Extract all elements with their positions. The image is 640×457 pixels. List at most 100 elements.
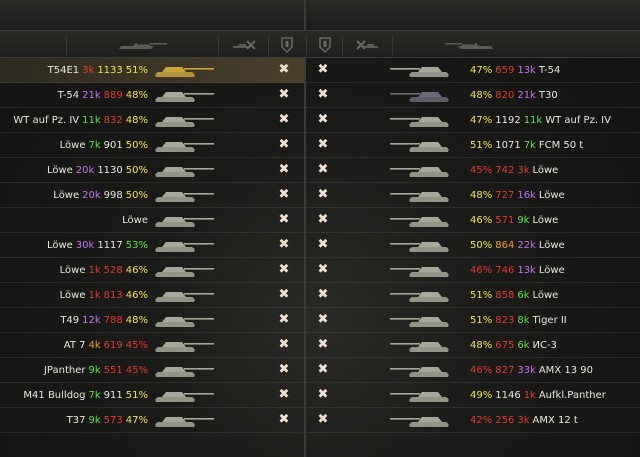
right-team-row[interactable]: 46% 571 9k Löwe ✖	[306, 208, 640, 233]
vehicle-destroyed-icon	[232, 40, 256, 50]
right-team-row[interactable]: 49% 1146 1k Aufkl.Panther ✖	[306, 383, 640, 408]
destroyed-icon: ✖	[317, 62, 329, 77]
battles-count: 6k	[517, 339, 530, 351]
battles-count: 7k	[523, 139, 536, 151]
right-status-column-header[interactable]	[306, 35, 342, 55]
destroyed-icon: ✖	[317, 137, 329, 152]
efficiency-rating: 727	[495, 189, 515, 201]
right-team-row[interactable]: 51% 823 8k Tiger II ✖	[306, 308, 640, 333]
efficiency-rating: 820	[495, 89, 515, 101]
left-team-row[interactable]: Löwe 7k 901 50% ✖	[0, 133, 304, 158]
left-team-row[interactable]: M41 Bulldog 7k 911 51% ✖	[0, 383, 304, 408]
tank-icon	[155, 392, 214, 402]
win-rate: 51%	[125, 64, 148, 76]
left-team-row[interactable]: Löwe 30k 1117 53% ✖	[0, 233, 304, 258]
efficiency-rating: 832	[103, 114, 123, 126]
player-stats: T-54 21k 889 48%	[58, 90, 148, 101]
tank-icon	[390, 67, 449, 77]
right-team-row[interactable]: 48% 675 6k ИС-3 ✖	[306, 333, 640, 358]
tank-icon	[155, 267, 214, 277]
efficiency-rating: 675	[495, 339, 515, 351]
vehicle-name: Löwe	[538, 239, 565, 251]
tank-icon	[155, 167, 214, 177]
right-team-row[interactable]: 45% 742 3k Löwe ✖	[306, 158, 640, 183]
left-frags-column-header[interactable]	[218, 35, 268, 55]
vehicle-name: Löwe	[59, 264, 86, 276]
left-team-row[interactable]: WT auf Pz. IV 11k 832 48% ✖	[0, 108, 304, 133]
right-team-row[interactable]: 48% 727 16k Löwe ✖	[306, 183, 640, 208]
right-team-row[interactable]: 51% 1071 7k FCM 50 t ✖	[306, 133, 640, 158]
left-team-row[interactable]: T49 12k 788 48% ✖	[0, 308, 304, 333]
tank-icon	[155, 317, 214, 327]
battles-count: 20k	[75, 164, 95, 176]
left-team-row[interactable]: JPanther 9k 551 45% ✖	[0, 358, 304, 383]
left-team-row[interactable]: AT 7 4k 619 45% ✖	[0, 333, 304, 358]
right-team-row[interactable]: 48% 820 21k T30 ✖	[306, 83, 640, 108]
left-status-column-header[interactable]	[268, 35, 304, 55]
right-team-row[interactable]: 47% 659 13k T-54 ✖	[306, 58, 640, 83]
battles-count: 1k	[88, 264, 101, 276]
vehicle-name: T37	[66, 414, 86, 426]
left-team-row[interactable]: Löwe ✖	[0, 208, 304, 233]
right-team-row[interactable]: 46% 827 33k AMX 13 90 ✖	[306, 358, 640, 383]
win-rate: 45%	[470, 164, 493, 176]
right-team-row[interactable]: 51% 858 6k Löwe ✖	[306, 283, 640, 308]
destroyed-icon: ✖	[317, 212, 329, 227]
battles-count: 21k	[517, 89, 536, 101]
left-team-row[interactable]: Löwe 1k 528 46% ✖	[0, 258, 304, 283]
destroyed-icon: ✖	[317, 187, 329, 202]
efficiency-rating: 1071	[495, 139, 521, 151]
player-stats: M41 Bulldog 7k 911 51%	[23, 390, 148, 401]
right-vehicle-column-header[interactable]	[392, 35, 544, 55]
right-team-row[interactable]: 42% 256 3k AMX 12 t ✖	[306, 408, 640, 433]
left-team-row[interactable]: T37 9k 573 47% ✖	[0, 408, 304, 433]
left-team-row[interactable]: Löwe 20k 1130 50% ✖	[0, 158, 304, 183]
tank-icon	[390, 217, 449, 227]
battles-count: 9k	[88, 364, 101, 376]
left-team-row[interactable]: Löwe 1k 813 46% ✖	[0, 283, 304, 308]
win-rate: 46%	[125, 289, 148, 301]
player-stats: 46% 571 9k Löwe	[470, 215, 558, 226]
destroyed-icon: ✖	[278, 237, 290, 252]
right-team-row[interactable]: 47% 1192 11k WT auf Pz. IV ✖	[306, 108, 640, 133]
right-team-row[interactable]: 50% 864 22k Löwe ✖	[306, 233, 640, 258]
player-stats: 47% 659 13k T-54	[470, 65, 560, 76]
battles-count: 4k	[88, 339, 101, 351]
left-team-row[interactable]: T-54 21k 889 48% ✖	[0, 83, 304, 108]
right-team-row[interactable]: 46% 746 13k Löwe ✖	[306, 258, 640, 283]
tank-icon	[390, 367, 449, 377]
destroyed-icon: ✖	[278, 162, 290, 177]
vehicle-name: AMX 13 90	[538, 364, 593, 376]
vehicle-name: T49	[60, 314, 80, 326]
player-stats: T37 9k 573 47%	[67, 415, 148, 426]
win-rate: 47%	[470, 114, 493, 126]
player-stats: 51% 1071 7k FCM 50 t	[470, 140, 583, 151]
win-rate: 51%	[125, 389, 148, 401]
win-rate: 42%	[470, 414, 493, 426]
player-stats: 49% 1146 1k Aufkl.Panther	[470, 390, 606, 401]
destroyed-icon: ✖	[278, 312, 290, 327]
tank-icon	[155, 242, 214, 252]
win-rate: 47%	[470, 64, 493, 76]
tank-icon	[390, 92, 449, 102]
battles-count: 7k	[88, 139, 101, 151]
player-stats: 46% 746 13k Löwe	[470, 265, 565, 276]
right-frags-column-header[interactable]	[342, 35, 392, 55]
player-stats: AT 7 4k 619 45%	[64, 340, 148, 351]
left-team-row[interactable]: T54E1 3k 1133 51% ✖	[0, 58, 304, 83]
left-team-row[interactable]: Löwe 20k 998 50% ✖	[0, 183, 304, 208]
vehicle-name: ИС-3	[532, 339, 557, 351]
player-stats: 51% 823 8k Tiger II	[470, 315, 567, 326]
tank-icon	[155, 367, 214, 377]
efficiency-rating: 571	[495, 214, 515, 226]
win-rate: 46%	[470, 364, 493, 376]
vehicle-name: WT auf Pz. IV	[545, 114, 611, 126]
destroyed-icon: ✖	[278, 87, 290, 102]
player-stats: 42% 256 3k AMX 12 t	[470, 415, 578, 426]
vehicle-destroyed-icon	[355, 40, 379, 50]
tank-icon	[390, 167, 449, 177]
battles-count: 8k	[517, 314, 530, 326]
tank-icon	[155, 417, 214, 427]
win-rate: 48%	[470, 189, 493, 201]
left-vehicle-column-header[interactable]	[66, 35, 218, 55]
